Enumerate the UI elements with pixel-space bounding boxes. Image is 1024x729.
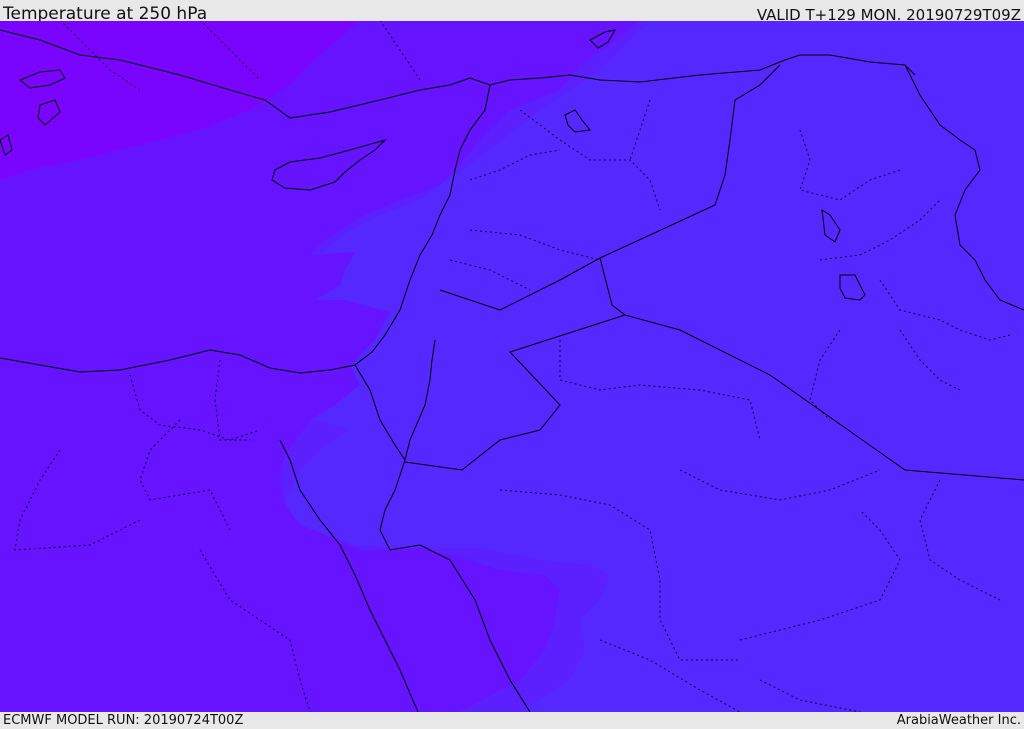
header-bar: Temperature at 250 hPa VALID T+129 MON. … — [0, 0, 1024, 24]
model-run-label: ECMWF MODEL RUN: 20190724T00Z — [3, 713, 244, 728]
credit-label: ArabiaWeather Inc. — [896, 713, 1021, 728]
map-canvas — [0, 21, 1024, 712]
map-panel[interactable] — [0, 21, 1024, 712]
footer-bar: ECMWF MODEL RUN: 20190724T00Z ArabiaWeat… — [0, 712, 1024, 729]
